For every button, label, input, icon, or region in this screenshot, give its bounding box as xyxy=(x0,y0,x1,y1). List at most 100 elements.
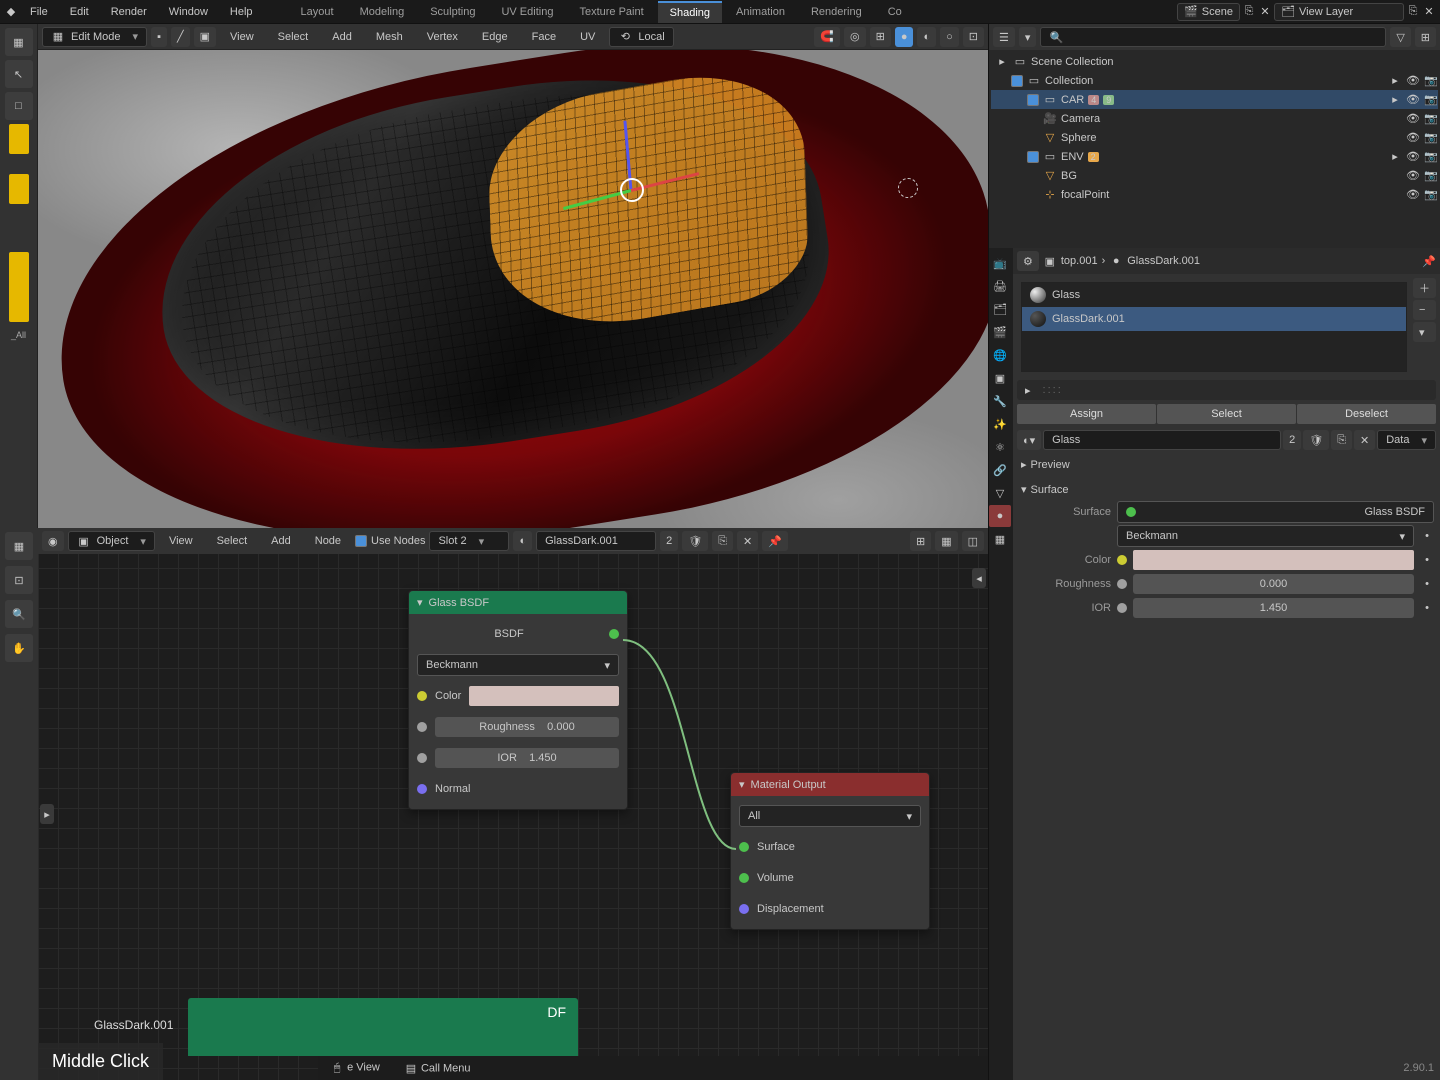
ol-sphere[interactable]: ▽Sphere👁📷 xyxy=(991,128,1438,147)
camera-icon[interactable]: 📷 xyxy=(1424,169,1438,183)
ol-car[interactable]: ▭CAR49▸👁📷 xyxy=(991,90,1438,109)
viewport-scene-render[interactable] xyxy=(38,50,988,528)
outliner-search[interactable]: 🔍 xyxy=(1040,27,1386,47)
mat-name-input[interactable]: Glass xyxy=(1043,430,1281,450)
camera-icon[interactable]: 📷 xyxy=(1424,112,1438,126)
link-dot-icon[interactable]: • xyxy=(1420,601,1434,615)
ne-overlay-2-icon[interactable]: ▦ xyxy=(935,531,957,551)
ne-menu-view[interactable]: View xyxy=(159,531,203,551)
node-tool-hand-icon[interactable]: ✋ xyxy=(5,634,33,662)
gizmo-center-icon[interactable] xyxy=(620,178,644,202)
mat-fake-icon[interactable]: 🛡 xyxy=(1303,430,1329,450)
tool-cursor-icon[interactable]: ↖ xyxy=(5,60,33,88)
eye-icon[interactable]: 👁 xyxy=(1406,131,1420,145)
tool-active-1[interactable] xyxy=(9,124,29,154)
viewlayer-del-icon[interactable]: ✕ xyxy=(1422,5,1436,19)
node-editor-type-icon[interactable]: ▦ xyxy=(5,532,33,560)
p-color-socket[interactable] xyxy=(1117,555,1127,565)
mat-x-icon[interactable]: ✕ xyxy=(1354,430,1375,450)
outliner-new-collection-icon[interactable]: ⊞ xyxy=(1415,27,1436,47)
tab-texturepaint[interactable]: Texture Paint xyxy=(567,2,655,22)
viewlayer-new-icon[interactable]: ⎘ xyxy=(1406,5,1420,19)
camera-icon[interactable]: 📷 xyxy=(1424,188,1438,202)
material-name-field[interactable]: GlassDark.001 xyxy=(536,531,656,551)
outliner-filter-icon[interactable]: ▽ xyxy=(1390,27,1410,47)
node-tool-1-icon[interactable]: ⊡ xyxy=(5,566,33,594)
mat-slot-menu-icon[interactable]: ▾ xyxy=(1413,322,1436,342)
collapse-icon[interactable]: ▾ xyxy=(739,778,745,791)
mat-slot-add-icon[interactable]: ＋ xyxy=(1413,278,1436,298)
link-dot-icon[interactable]: • xyxy=(1420,577,1434,591)
scene-del-icon[interactable]: ✕ xyxy=(1258,5,1272,19)
deselect-button[interactable]: Deselect xyxy=(1297,404,1436,424)
editor-type-icon[interactable]: ▦ xyxy=(5,28,33,56)
ptab-physics-icon[interactable]: ⚛ xyxy=(989,436,1011,458)
ptab-mesh-icon[interactable]: ▽ xyxy=(989,482,1011,504)
snap-toggle-icon[interactable]: 🧲 xyxy=(814,27,840,47)
node-partially-visible[interactable]: DF xyxy=(188,998,578,1056)
mat-browse-icon[interactable]: ◐ xyxy=(513,531,532,551)
vp-menu-view[interactable]: View xyxy=(220,27,264,47)
socket-volume-in[interactable] xyxy=(739,873,749,883)
vp-menu-face[interactable]: Face xyxy=(522,27,566,47)
vp-menu-uv[interactable]: UV xyxy=(570,27,605,47)
tab-uvediting[interactable]: UV Editing xyxy=(489,2,565,22)
socket-surface-in[interactable] xyxy=(739,842,749,852)
scene-new-icon[interactable]: ⎘ xyxy=(1242,5,1256,19)
ol-env[interactable]: ▭ENV2▸👁📷 xyxy=(991,147,1438,166)
mat-slot-glassdark[interactable]: GlassDark.001 xyxy=(1022,307,1406,331)
ptab-texture-icon[interactable]: ▦ xyxy=(989,528,1011,550)
ne-type-icon[interactable]: ◉ xyxy=(42,531,64,551)
exclude-icon[interactable]: ▸ xyxy=(1388,150,1402,164)
orientation-dropdown[interactable]: ⟲Local xyxy=(609,27,673,47)
use-nodes-checkbox[interactable] xyxy=(355,535,367,547)
color-swatch[interactable] xyxy=(469,686,619,706)
tab-rendering[interactable]: Rendering xyxy=(799,2,874,22)
camera-icon[interactable]: 📷 xyxy=(1424,93,1438,107)
p-ior-socket[interactable] xyxy=(1117,603,1127,613)
node-graph-canvas[interactable]: ◉ ▣Object View Select Add Node Use Nodes… xyxy=(38,528,988,1080)
select-mode-vert-icon[interactable]: ▪ xyxy=(151,27,167,47)
ptab-particle-icon[interactable]: ✨ xyxy=(989,413,1011,435)
outliner-tree[interactable]: ▸▭Scene Collection ▭Collection▸👁📷 ▭CAR49… xyxy=(989,50,1440,248)
roughness-slider[interactable]: Roughness 0.000 xyxy=(435,717,619,737)
select-mode-edge-icon[interactable]: ╱ xyxy=(171,27,190,47)
pin-icon[interactable]: 📌 xyxy=(1422,254,1436,268)
camera-icon[interactable]: 📷 xyxy=(1424,150,1438,164)
exclude-icon[interactable]: ▸ xyxy=(1388,93,1402,107)
mat-browse-icon[interactable]: ◐▾ xyxy=(1017,430,1041,450)
prop-edit-icon[interactable]: ◎ xyxy=(844,27,866,47)
distribution-dropdown[interactable]: Beckmann▾ xyxy=(417,654,619,676)
props-type-icon[interactable]: ⚙ xyxy=(1017,251,1039,271)
material-slot-list[interactable]: Glass GlassDark.001 xyxy=(1021,282,1407,372)
slot-dropdown[interactable]: Slot 2 xyxy=(429,531,509,551)
overlay-icon[interactable]: ⊞ xyxy=(870,27,891,47)
mat-unlink-icon[interactable]: ✕ xyxy=(737,531,758,551)
link-dot-icon[interactable]: • xyxy=(1420,529,1434,543)
shading-rendered-icon[interactable]: ● xyxy=(895,27,914,47)
ol-collection[interactable]: ▭Collection▸👁📷 xyxy=(991,71,1438,90)
node-glass-header[interactable]: ▾Glass BSDF xyxy=(409,591,627,614)
socket-ior-in[interactable] xyxy=(417,753,427,763)
node-matout-header[interactable]: ▾Material Output xyxy=(731,773,929,796)
distribution-dropdown-p[interactable]: Beckmann▾ xyxy=(1117,525,1414,547)
tool-active-3[interactable] xyxy=(9,252,29,322)
slot-arrow-left[interactable]: ▸ xyxy=(1025,384,1031,397)
ne-menu-node[interactable]: Node xyxy=(305,531,351,551)
drag-handle[interactable]: :::: xyxy=(1043,384,1063,396)
p-color-swatch[interactable] xyxy=(1133,550,1414,570)
shading-wire-icon[interactable]: ⊡ xyxy=(963,27,984,47)
shading-solid-icon[interactable]: ○ xyxy=(940,27,959,47)
menu-render[interactable]: Render xyxy=(101,2,157,22)
eye-icon[interactable]: 👁 xyxy=(1406,74,1420,88)
assign-button[interactable]: Assign xyxy=(1017,404,1156,424)
eye-icon[interactable]: 👁 xyxy=(1406,112,1420,126)
bc-mat[interactable]: GlassDark.001 xyxy=(1127,255,1200,267)
eye-icon[interactable]: 👁 xyxy=(1406,169,1420,183)
p-rough-socket[interactable] xyxy=(1117,579,1127,589)
p-ior-slider[interactable]: 1.450 xyxy=(1133,598,1414,618)
mat-pin-icon[interactable]: 📌 xyxy=(762,531,788,551)
camera-icon[interactable]: 📷 xyxy=(1424,74,1438,88)
ptab-viewlayer-icon[interactable]: 🗂 xyxy=(989,298,1011,320)
transform-gizmo[interactable] xyxy=(576,138,686,248)
